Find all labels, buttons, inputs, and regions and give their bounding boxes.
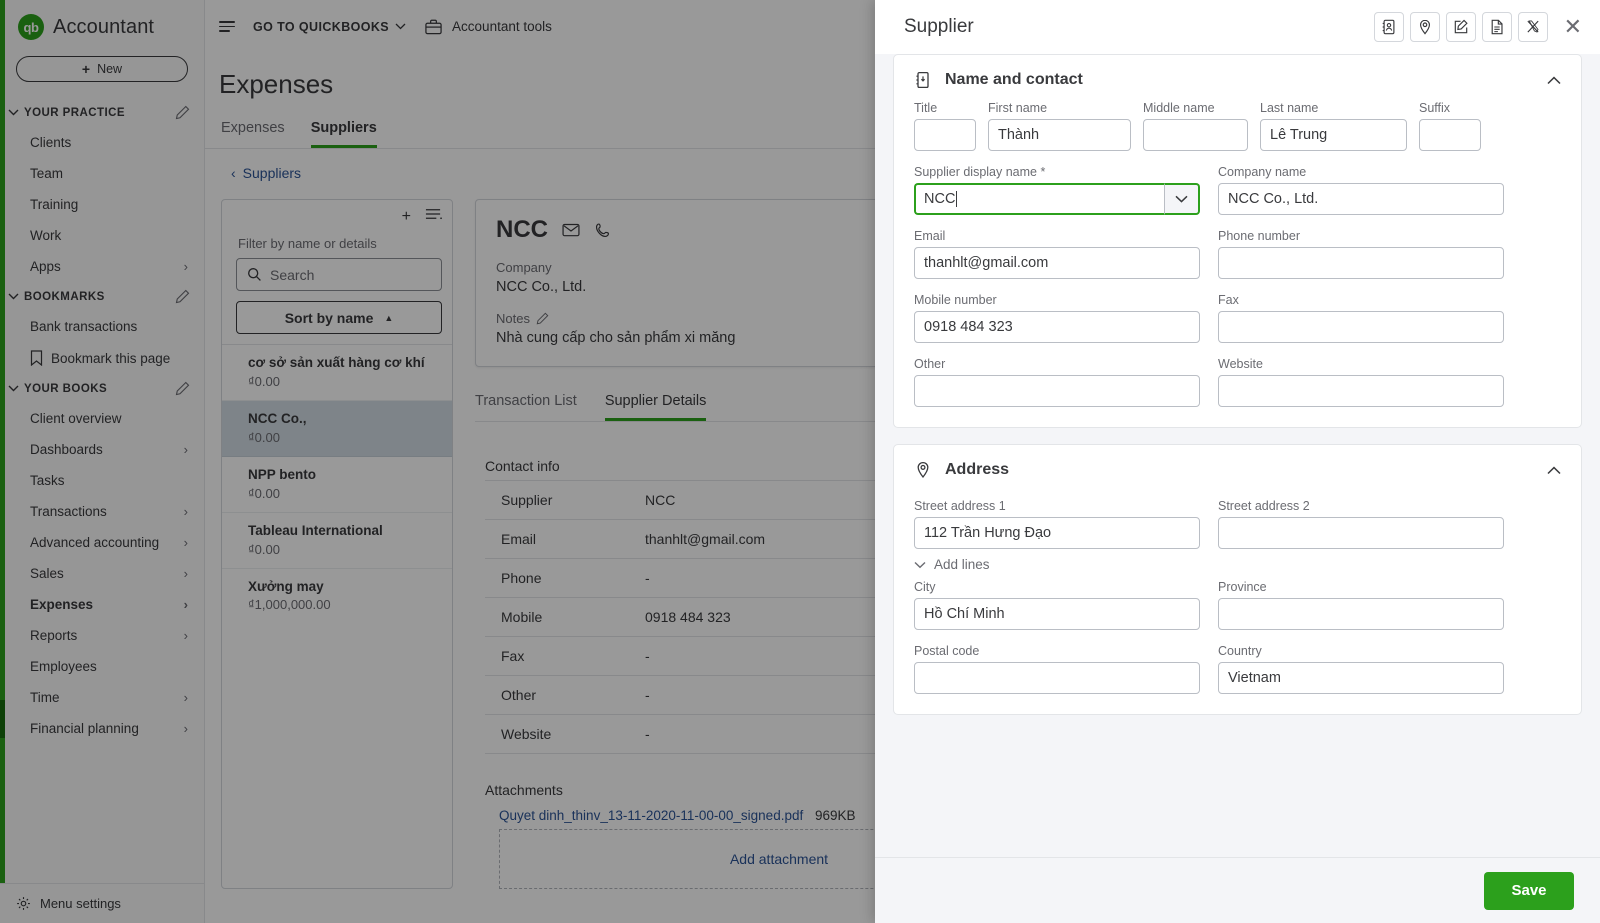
field-other: Other — [914, 357, 1200, 407]
field-label: Website — [1218, 357, 1263, 371]
field-label: Country — [1218, 644, 1262, 658]
field-label: Company name — [1218, 165, 1307, 179]
email-input[interactable]: thanhlt@gmail.com — [914, 247, 1200, 279]
field-label: Street address 2 — [1218, 499, 1310, 513]
first-name-input[interactable]: Thành — [988, 119, 1131, 151]
field-mobile-number: Mobile number 0918 484 323 — [914, 293, 1200, 343]
field-city: City Hồ Chí Minh — [914, 580, 1200, 630]
field-label: Postal code — [914, 644, 980, 658]
input-value: NCC — [924, 191, 956, 207]
field-company-name: Company name NCC Co., Ltd. — [1218, 165, 1504, 215]
field-suffix: Suffix — [1419, 101, 1481, 151]
supplier-edit-panel: Supplier ✕ Name and contact Title First … — [875, 0, 1600, 923]
field-street-address-2: Street address 2 — [1218, 499, 1504, 549]
middle-name-input[interactable] — [1143, 119, 1248, 151]
chevron-up-icon[interactable] — [1547, 466, 1561, 475]
panel-footer: Save — [875, 857, 1600, 923]
panel-header: Supplier ✕ — [875, 0, 1600, 54]
field-postal-code: Postal code — [914, 644, 1200, 694]
field-label: Province — [1218, 580, 1267, 594]
field-label: Other — [914, 357, 946, 371]
edit-square-icon[interactable] — [1445, 12, 1476, 42]
name-fields-row: Title First name Thành Middle name Last … — [914, 101, 1561, 151]
field-label: Suffix — [1419, 101, 1451, 115]
contact-card-icon[interactable] — [1373, 12, 1404, 42]
field-label: Fax — [1218, 293, 1239, 307]
province-input[interactable] — [1218, 598, 1504, 630]
section-title: Name and contact — [945, 71, 1083, 88]
crossed-pencils-icon[interactable] — [1517, 12, 1548, 42]
field-label: Street address 1 — [914, 499, 1006, 513]
last-name-input[interactable]: Lê Trung — [1260, 119, 1407, 151]
section-address: Address Street address 1 112 Trần Hưng Đ… — [893, 444, 1582, 715]
field-label: Title — [914, 101, 938, 115]
chevron-down-icon[interactable] — [1164, 183, 1200, 215]
field-label: Email — [914, 229, 946, 243]
save-button[interactable]: Save — [1484, 871, 1574, 910]
contact-card-icon — [914, 71, 932, 89]
document-icon[interactable] — [1481, 12, 1512, 42]
field-title: Title — [914, 101, 976, 151]
field-website: Website — [1218, 357, 1504, 407]
website-input[interactable] — [1218, 375, 1504, 407]
title-input[interactable] — [914, 119, 976, 151]
postal-code-input[interactable] — [914, 662, 1200, 694]
fax-input[interactable] — [1218, 311, 1504, 343]
field-label: Last name — [1260, 101, 1319, 115]
field-email: Email thanhlt@gmail.com — [914, 229, 1200, 279]
field-label: City — [914, 580, 936, 594]
field-label: Supplier display name * — [914, 165, 1046, 179]
supplier-display-name-input[interactable]: NCC — [914, 183, 1164, 215]
field-country: Country Vietnam — [1218, 644, 1504, 694]
field-last-name: Last name Lê Trung — [1260, 101, 1407, 151]
section-name-and-contact: Name and contact Title First name Thành — [893, 54, 1582, 428]
location-pin-icon[interactable] — [1409, 12, 1440, 42]
text-cursor — [956, 191, 958, 207]
company-name-input[interactable]: NCC Co., Ltd. — [1218, 183, 1504, 215]
street-address-1-input[interactable]: 112 Trần Hưng Đạo — [914, 517, 1200, 549]
field-fax: Fax — [1218, 293, 1504, 343]
panel-title: Supplier — [904, 16, 974, 37]
location-pin-icon — [914, 461, 932, 479]
field-street-address-1: Street address 1 112 Trần Hưng Đạo — [914, 499, 1200, 549]
suffix-input[interactable] — [1419, 119, 1481, 151]
add-lines-button[interactable]: Add lines — [914, 557, 1561, 572]
country-input[interactable]: Vietnam — [1218, 662, 1504, 694]
panel-body: Name and contact Title First name Thành — [875, 54, 1600, 857]
mobile-number-input[interactable]: 0918 484 323 — [914, 311, 1200, 343]
supplier-display-name-combobox[interactable]: NCC — [914, 183, 1200, 215]
field-label: Mobile number — [914, 293, 997, 307]
field-label: Phone number — [1218, 229, 1301, 243]
field-middle-name: Middle name — [1143, 101, 1248, 151]
chevron-down-icon — [914, 561, 926, 569]
section-title: Address — [945, 461, 1010, 478]
other-input[interactable] — [914, 375, 1200, 407]
field-phone-number: Phone number — [1218, 229, 1504, 279]
field-province: Province — [1218, 580, 1504, 630]
field-label: First name — [988, 101, 1048, 115]
chevron-up-icon[interactable] — [1547, 76, 1561, 85]
field-supplier-display-name: Supplier display name * NCC — [914, 165, 1200, 215]
field-first-name: First name Thành — [988, 101, 1131, 151]
phone-number-input[interactable] — [1218, 247, 1504, 279]
field-label: Middle name — [1143, 101, 1215, 115]
close-icon[interactable]: ✕ — [1564, 16, 1582, 38]
city-input[interactable]: Hồ Chí Minh — [914, 598, 1200, 630]
add-lines-label: Add lines — [934, 557, 990, 572]
street-address-2-input[interactable] — [1218, 517, 1504, 549]
